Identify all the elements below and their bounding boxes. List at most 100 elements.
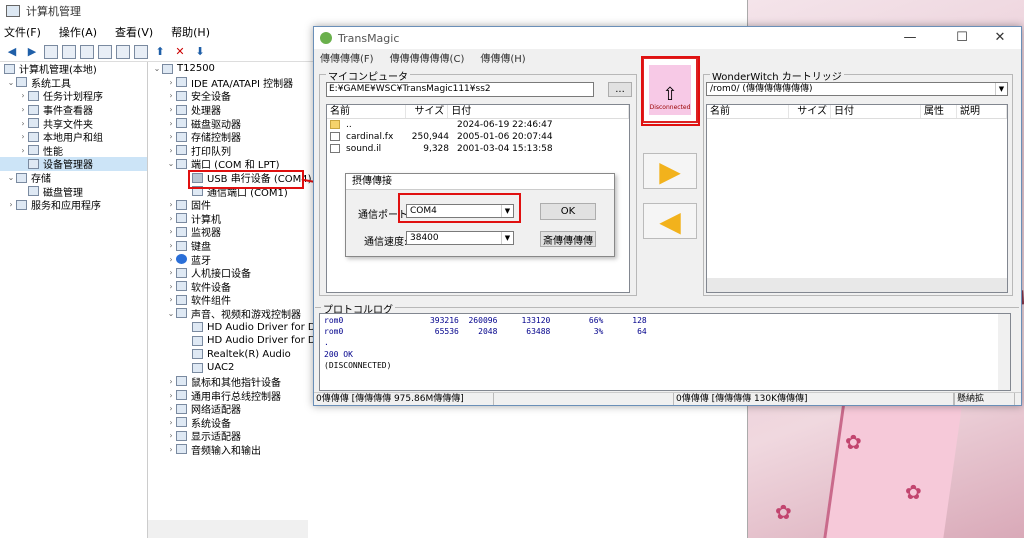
chevron-right-icon[interactable]: › [18, 119, 28, 128]
device-category[interactable]: › 音频输入和输出 [148, 443, 318, 457]
vertical-scrollbar[interactable] [998, 314, 1010, 390]
file-row[interactable]: .. 2024-06-19 22:46:47 [327, 119, 629, 131]
chevron-right-icon[interactable]: › [6, 200, 16, 209]
menu-action[interactable]: 操作(A) [59, 24, 97, 40]
chevron-right-icon[interactable]: › [166, 418, 176, 427]
forward-icon[interactable]: ▶ [24, 44, 40, 60]
transfer-left-button[interactable]: ◀ [643, 203, 697, 239]
pc-path-field[interactable]: E:¥GAME¥WSC¥TransMagic111¥ss2 [326, 82, 594, 97]
tree-item[interactable]: 计算机管理(本地) [0, 62, 147, 76]
tree-item[interactable]: 磁盘管理 [0, 184, 147, 199]
device-item[interactable]: UAC2 [148, 361, 318, 375]
col-name[interactable]: 名前 [707, 105, 789, 118]
chevron-right-icon[interactable]: › [18, 132, 28, 141]
scan-hardware-icon[interactable] [134, 44, 148, 59]
chevron-right-icon[interactable]: › [166, 282, 176, 291]
device-category[interactable]: › 显示适配器 [148, 429, 318, 443]
horizontal-scrollbar[interactable] [707, 278, 1007, 292]
tm-menu-help[interactable]: 傳傳傳(H) [480, 50, 525, 65]
close-icon[interactable]: ✕ [985, 30, 1015, 45]
chevron-right-icon[interactable]: › [18, 146, 28, 155]
chevron-right-icon[interactable]: › [166, 78, 176, 87]
device-category[interactable]: › IDE ATA/ATAPI 控制器 [148, 76, 318, 90]
back-icon[interactable]: ◀ [4, 44, 20, 60]
help-icon[interactable] [98, 44, 112, 59]
device-category[interactable]: › 通用串行总线控制器 [148, 388, 318, 403]
device-category[interactable]: › 网络适配器 [148, 402, 318, 416]
col-desc[interactable]: 説明 [957, 105, 1007, 118]
properties-icon[interactable] [80, 44, 94, 59]
device-category[interactable]: ⌄ 声音、视频和游戏控制器 [148, 307, 318, 321]
transfer-right-button[interactable]: ▶ [643, 153, 697, 189]
chevron-right-icon[interactable]: › [166, 119, 176, 128]
tree-item-device-manager[interactable]: 设备管理器 [0, 157, 147, 171]
horizontal-scrollbar[interactable] [148, 520, 308, 538]
chevron-right-icon[interactable]: › [166, 268, 176, 277]
col-date[interactable]: 日付 [448, 105, 629, 118]
device-category[interactable]: › 监视器 [148, 225, 318, 239]
chevron-right-icon[interactable]: › [166, 200, 176, 209]
uninstall-icon[interactable]: ✕ [172, 44, 188, 60]
device-category[interactable]: › 系统设备 [148, 415, 318, 430]
tree-item[interactable]: ⌄ 系统工具 [0, 76, 147, 90]
minimize-icon[interactable]: — [895, 30, 925, 45]
chevron-right-icon[interactable]: › [18, 105, 28, 114]
device-category[interactable]: › 固件 [148, 198, 318, 212]
device-item[interactable]: HD Audio Driver for Displ [148, 334, 318, 348]
device-category[interactable]: › 存储控制器 [148, 130, 318, 144]
file-row[interactable]: cardinal.fx 250,944 2005-01-06 20:07:44 [327, 131, 629, 143]
chevron-down-icon[interactable]: ⌄ [6, 78, 16, 87]
ww-path-select[interactable]: /rom0/ (傳傳傳傳傳傳傳) ▼ [706, 82, 1008, 96]
menu-file[interactable]: 文件(F) [4, 24, 41, 40]
file-row[interactable]: sound.il 9,328 2001-03-04 15:13:58 [327, 143, 629, 155]
tree-item[interactable]: › 性能 [0, 144, 147, 158]
protocol-log[interactable]: rom0 393216 260096 133120 66% 128 rom0 6… [319, 313, 1011, 391]
download-icon[interactable]: ⬇ [192, 44, 208, 60]
action-pane-icon[interactable] [116, 44, 130, 59]
chevron-right-icon[interactable]: › [166, 295, 176, 304]
menu-view[interactable]: 查看(V) [115, 24, 153, 40]
device-category[interactable]: › 磁盘驱动器 [148, 116, 318, 131]
chevron-down-icon[interactable]: ▼ [995, 83, 1007, 95]
ok-button[interactable]: OK [540, 203, 596, 220]
menu-help[interactable]: 帮助(H) [171, 24, 210, 40]
device-category[interactable]: › 软件设备 [148, 280, 318, 294]
chevron-right-icon[interactable]: › [166, 105, 176, 114]
tm-menu-file[interactable]: 傳傳傳傳(F) [320, 50, 374, 65]
ww-file-list[interactable]: 名前 サイズ 日付 属性 説明 [706, 104, 1008, 293]
tree-item[interactable]: › 服务和应用程序 [0, 198, 147, 212]
device-item[interactable]: Realtek(R) Audio [148, 347, 318, 361]
chevron-right-icon[interactable]: › [166, 146, 176, 155]
device-root[interactable]: ⌄ T12500 [148, 62, 318, 76]
update-driver-icon[interactable]: ⬆ [152, 44, 168, 60]
chevron-right-icon[interactable]: › [166, 241, 176, 250]
maximize-icon[interactable]: ☐ [947, 30, 977, 45]
chevron-down-icon[interactable]: ⌄ [6, 173, 16, 182]
chevron-right-icon[interactable]: › [166, 227, 176, 236]
chevron-right-icon[interactable]: › [166, 391, 176, 400]
device-category[interactable]: › 人机接口设备 [148, 266, 318, 280]
tree-item[interactable]: › 共享文件夹 [0, 116, 147, 131]
col-date[interactable]: 日付 [831, 105, 921, 118]
save-settings-button[interactable]: 斎傳傳傳傳 [540, 231, 596, 247]
col-size[interactable]: サイズ [406, 105, 449, 118]
chevron-down-icon[interactable]: ⌄ [166, 309, 176, 318]
tree-item[interactable]: › 任务计划程序 [0, 89, 147, 103]
col-name[interactable]: 名前 [327, 105, 407, 118]
chevron-right-icon[interactable]: › [166, 404, 176, 413]
device-category[interactable]: › 蓝牙 [148, 252, 318, 267]
chevron-right-icon[interactable]: › [166, 431, 176, 440]
col-size[interactable]: サイズ [789, 105, 831, 118]
chevron-right-icon[interactable]: › [166, 445, 176, 454]
chevron-right-icon[interactable]: › [166, 377, 176, 386]
chevron-down-icon[interactable]: ⌄ [152, 64, 162, 73]
tree-item[interactable]: › 事件查看器 [0, 103, 147, 117]
device-category[interactable]: › 处理器 [148, 103, 318, 117]
device-category[interactable]: › 软件组件 [148, 293, 318, 307]
chevron-right-icon[interactable]: › [166, 255, 176, 264]
chevron-right-icon[interactable]: › [166, 132, 176, 141]
browse-button[interactable]: ... [608, 82, 632, 97]
speed-select[interactable]: 38400 ▼ [406, 231, 514, 245]
device-item[interactable]: HD Audio Driver for Displ [148, 320, 318, 334]
chevron-right-icon[interactable]: › [166, 91, 176, 100]
